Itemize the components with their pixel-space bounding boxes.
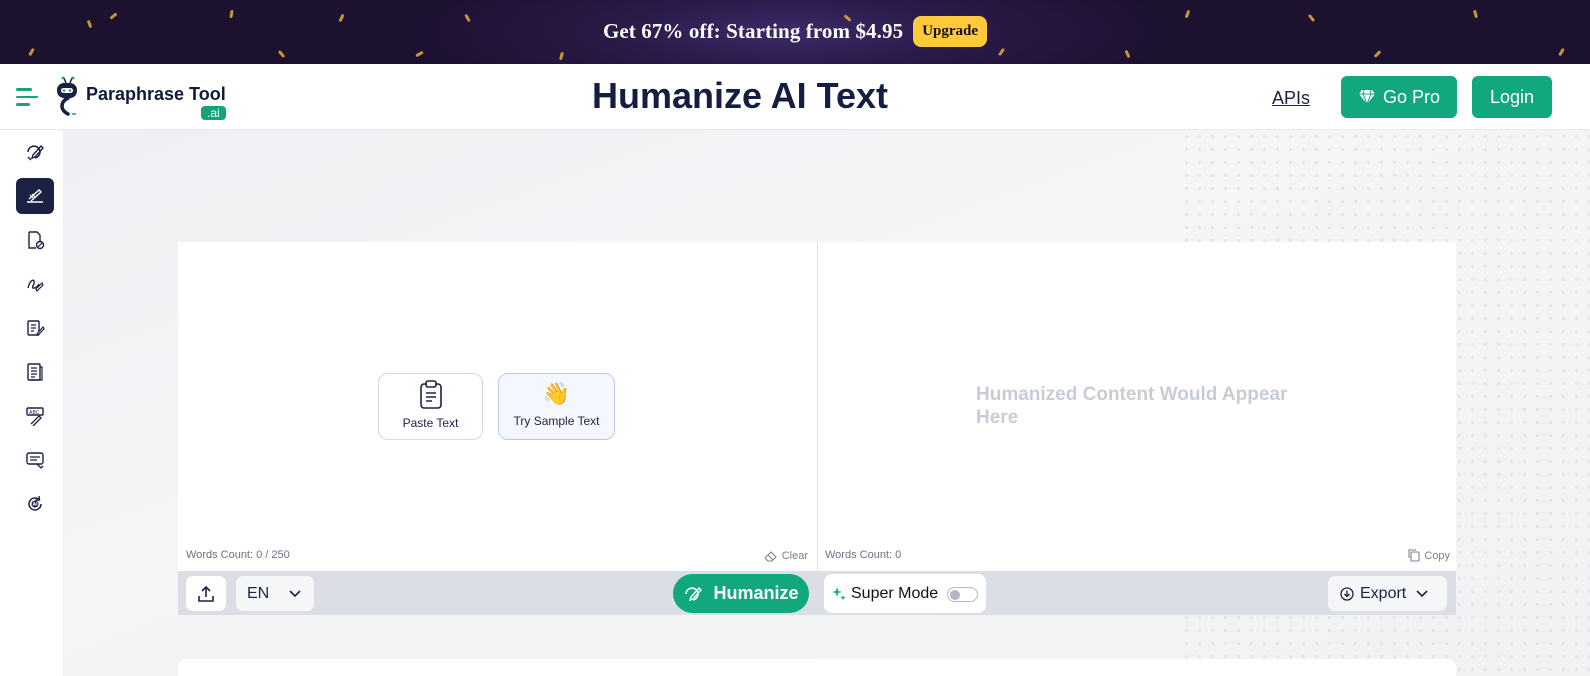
sidebar-item-document-check[interactable] [16, 222, 54, 258]
copy-label: Copy [1424, 549, 1450, 562]
chevron-down-icon [1416, 589, 1428, 597]
input-pane[interactable]: Paste Text 👋 Try Sample Text Words Count… [178, 242, 816, 571]
output-placeholder: Humanized Content Would Appear Here [976, 384, 1288, 428]
grammar-check-icon: ABC [26, 407, 44, 426]
paste-text-label: Paste Text [402, 416, 459, 430]
eraser-icon [763, 551, 777, 562]
document-check-icon [28, 231, 45, 250]
chat-lines-icon [26, 452, 44, 469]
waving-hand-icon: 👋 [542, 381, 571, 406]
paraphrase-pen-icon [27, 144, 44, 161]
upgrade-button[interactable]: Upgrade [913, 16, 988, 47]
svg-text:ABC: ABC [29, 410, 40, 416]
svg-text:AI: AI [33, 502, 38, 508]
editor-toolbar: EN Humanize Super Mode Export [178, 571, 1456, 615]
content-card-below [178, 659, 1456, 676]
chevron-down-icon [289, 589, 301, 597]
humanize-pen-icon [685, 586, 703, 601]
output-pane: Humanized Content Would Appear Here Word… [817, 242, 1456, 571]
try-sample-text-button[interactable]: 👋 Try Sample Text [498, 373, 615, 440]
download-circle-icon [1340, 586, 1354, 601]
humanize-label: Humanize [713, 583, 799, 603]
export-button[interactable]: Export [1328, 576, 1447, 611]
ai-refresh-icon: AI [28, 495, 42, 511]
clear-label: Clear [781, 550, 808, 562]
super-mode-label: Super Mode [851, 584, 939, 602]
promo-banner: Get 67% off: Starting from $4.95 Upgrade [0, 0, 1590, 64]
sidebar-item-grammar[interactable]: ABC [16, 398, 54, 434]
super-mode-toggle[interactable] [947, 587, 978, 602]
humanizer-editor: Paste Text 👋 Try Sample Text Words Count… [178, 242, 1456, 615]
language-select[interactable]: EN [236, 576, 314, 611]
clipboard-icon [419, 380, 442, 409]
try-sample-text-label: Try Sample Text [513, 414, 600, 428]
diamond-icon [1358, 89, 1375, 105]
tool-sidebar: ABC AI [0, 130, 64, 676]
sidebar-item-paraphrase[interactable] [16, 134, 54, 170]
go-pro-label: Go Pro [1382, 86, 1441, 107]
login-button[interactable]: Login [1472, 76, 1552, 118]
upload-button[interactable] [186, 576, 226, 611]
top-header: Paraphrase Tool .ai Humanize AI Text API… [0, 64, 1590, 130]
output-word-count: Words Count: 0 [825, 549, 902, 561]
input-word-count: Words Count: 0 / 250 [186, 549, 290, 561]
language-value: EN [247, 584, 270, 602]
apis-link[interactable]: APIs [1272, 88, 1310, 109]
sidebar-item-ai-rewrite[interactable]: AI [16, 486, 54, 522]
humanize-hand-pen-icon [27, 189, 43, 203]
clear-button[interactable]: Clear [763, 550, 808, 562]
sparkles-icon [832, 586, 846, 601]
copy-button[interactable]: Copy [1408, 549, 1450, 562]
copy-icon [1408, 549, 1420, 562]
document-lines-icon [27, 363, 43, 381]
sidebar-item-humanize[interactable] [16, 178, 54, 214]
sidebar-item-signature[interactable] [16, 266, 54, 302]
super-mode-control: Super Mode [824, 574, 986, 613]
sidebar-item-chat[interactable] [16, 442, 54, 478]
go-pro-button[interactable]: Go Pro [1341, 76, 1457, 118]
paste-text-button[interactable]: Paste Text [378, 373, 483, 440]
signature-pen-icon [27, 279, 44, 293]
page-title: Humanize AI Text [591, 75, 889, 116]
upload-icon [198, 585, 214, 602]
humanize-button[interactable]: Humanize [673, 574, 809, 613]
promo-text: Get 67% off: Starting from $4.95 [602, 19, 904, 43]
document-edit-icon [27, 320, 45, 336]
sidebar-item-document-edit[interactable] [16, 310, 54, 346]
export-label: Export [1360, 584, 1407, 602]
sidebar-item-document-lines[interactable] [16, 354, 54, 390]
